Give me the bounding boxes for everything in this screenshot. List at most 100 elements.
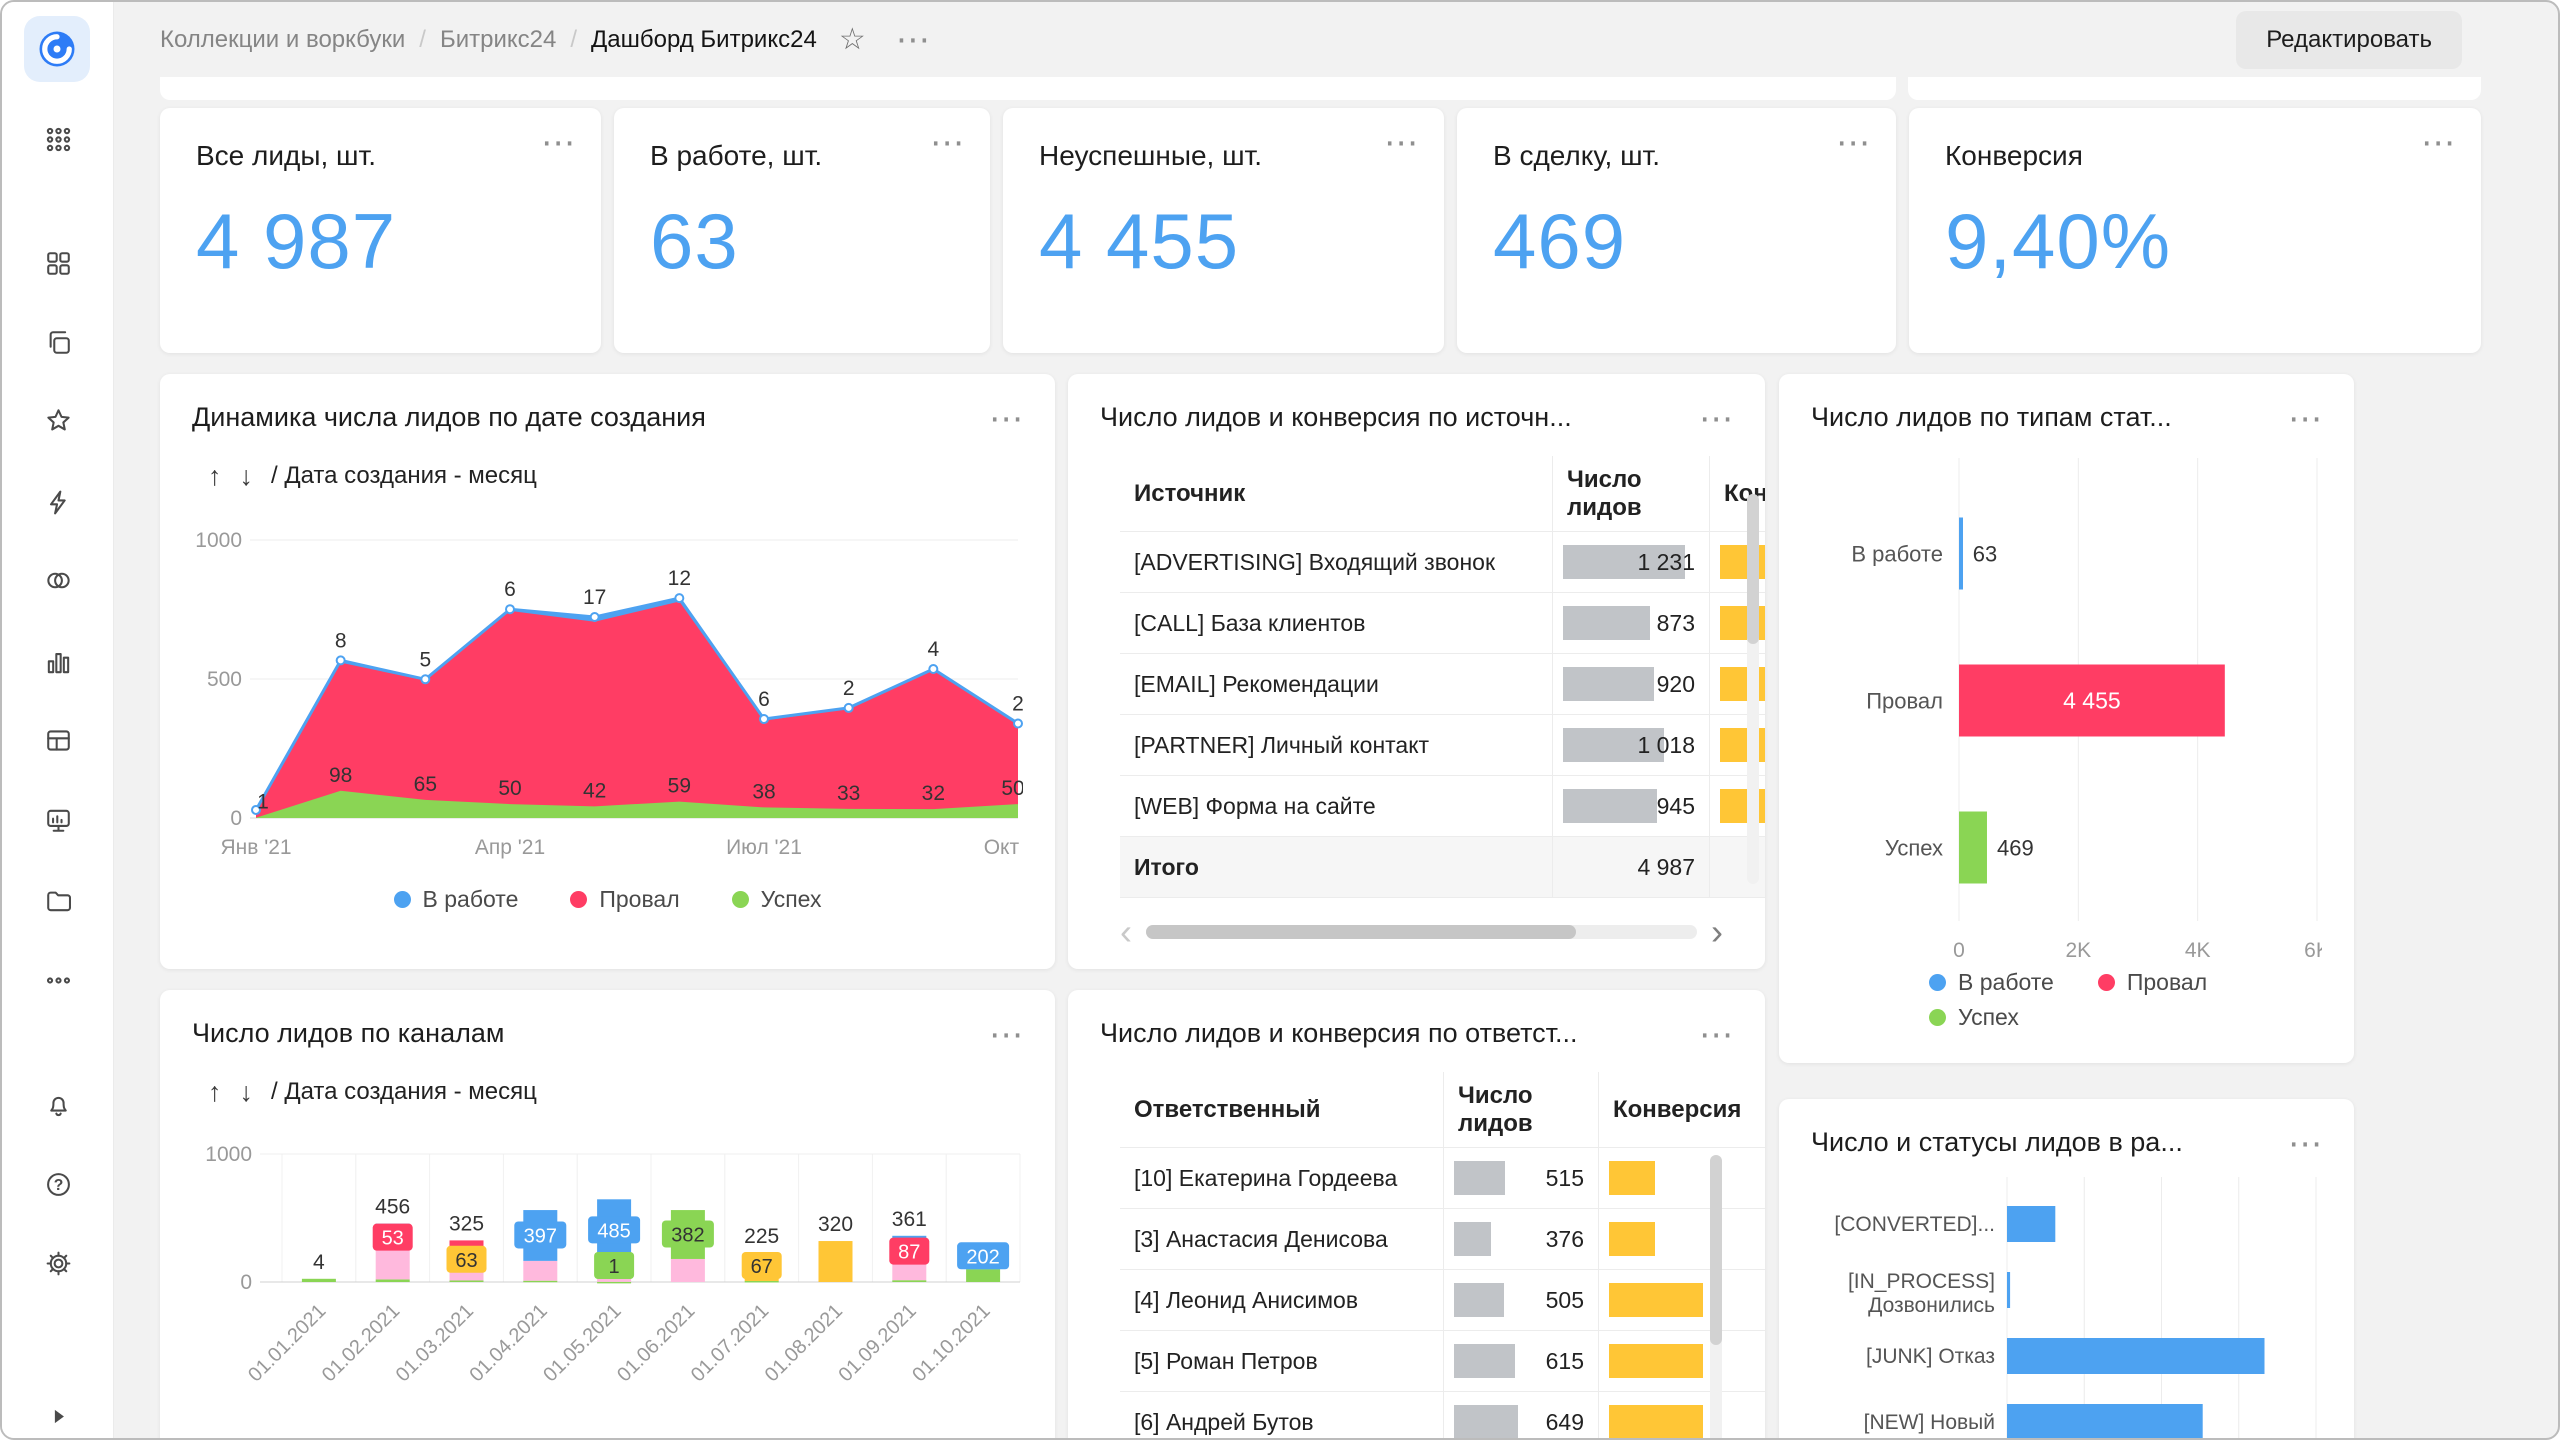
kpi-menu-dots[interactable]: ⋯ — [1384, 126, 1418, 160]
chart-menu-dots[interactable]: ⋯ — [989, 402, 1023, 436]
cell-conversion — [1599, 1392, 1765, 1440]
scrollbar-track[interactable] — [1146, 925, 1697, 939]
svg-text:1000: 1000 — [205, 1143, 252, 1166]
breadcrumb-workbook[interactable]: Битрикс24 — [440, 26, 556, 54]
kpi-menu-dots[interactable]: ⋯ — [930, 126, 964, 160]
favorite-star-icon[interactable]: ☆ — [839, 22, 866, 57]
edit-button[interactable]: Редактировать — [2236, 11, 2462, 69]
legend-item[interactable]: Провал — [570, 886, 679, 913]
table-row: [5] Роман Петров615 — [1120, 1331, 1765, 1392]
legend-dot-icon — [1929, 974, 1946, 991]
chart-card-leads-by-status-type: Число лидов по типам стат... ⋯ 02K4K6KВ … — [1779, 374, 2354, 1063]
legend-item[interactable]: В работе — [1929, 969, 2054, 996]
kpi-menu-dots[interactable]: ⋯ — [1836, 126, 1870, 160]
kpi-row: ⋯Все лиды, шт.4 987⋯В работе, шт.63⋯Неус… — [160, 108, 2482, 353]
svg-text:Провал: Провал — [1866, 689, 1943, 714]
cell-label: [4] Леонид Анисимов — [1120, 1270, 1444, 1330]
area-chart-canvas[interactable]: 05001000856171262421986550425938333250Ян… — [192, 498, 1023, 862]
svg-text:397: 397 — [524, 1225, 557, 1247]
sort-desc-icon[interactable]: ↓ — [240, 461, 254, 492]
scroll-right-icon[interactable]: › — [1711, 914, 1723, 950]
status-bar-canvas[interactable]: 02K4K6KВ работе63Провал4 455Успех469 — [1811, 446, 2322, 961]
tables-icon[interactable] — [36, 718, 80, 762]
column-header-2[interactable]: Число лидов — [1444, 1072, 1599, 1147]
collections-icon[interactable] — [36, 241, 80, 285]
chart-menu-dots[interactable]: ⋯ — [1699, 1018, 1733, 1052]
chart-menu-dots[interactable]: ⋯ — [2288, 1127, 2322, 1161]
scrollbar-thumb[interactable] — [1747, 494, 1759, 644]
svg-text:4: 4 — [927, 638, 939, 661]
cell-conversion — [1599, 1209, 1765, 1269]
legend-item[interactable]: Успех — [732, 886, 822, 913]
kpi-menu-dots[interactable]: ⋯ — [2421, 126, 2455, 160]
scroll-left-icon[interactable]: ‹ — [1120, 914, 1132, 950]
connections-lightning-icon[interactable] — [36, 480, 80, 524]
more-icon[interactable] — [36, 958, 80, 1002]
svg-text:12: 12 — [668, 567, 691, 590]
cell-conversion — [1599, 1270, 1765, 1330]
settings-gear-icon[interactable] — [36, 1241, 80, 1285]
chart-menu-dots[interactable]: ⋯ — [989, 1018, 1023, 1052]
scrollbar-thumb[interactable] — [1146, 925, 1576, 939]
column-header-1[interactable]: Ответственный — [1120, 1072, 1444, 1147]
vertical-scrollbar[interactable] — [1747, 494, 1759, 884]
charts-icon[interactable] — [36, 640, 80, 684]
vertical-scrollbar[interactable] — [1710, 1155, 1722, 1440]
legend-item[interactable]: Успех — [1929, 1004, 2019, 1031]
svg-text:01.08.2021: 01.08.2021 — [761, 1300, 847, 1386]
sort-desc-icon[interactable]: ↓ — [240, 1077, 254, 1108]
column-header-1[interactable]: Источник — [1120, 456, 1553, 531]
svg-text:4K: 4K — [2185, 939, 2211, 961]
svg-text:6: 6 — [504, 578, 516, 601]
leads-bar — [1454, 1222, 1491, 1256]
workbooks-icon[interactable] — [36, 320, 80, 364]
column-header-3[interactable]: Конверсия — [1599, 1072, 1765, 1147]
table-row: [WEB] Форма на сайте945 — [1120, 776, 1765, 837]
sort-asc-icon[interactable]: ↑ — [208, 461, 222, 492]
notifications-bell-icon[interactable] — [36, 1082, 80, 1126]
kpi-title: Все лиды, шт. — [196, 140, 565, 172]
chart-menu-dots[interactable]: ⋯ — [2288, 402, 2322, 436]
work-status-canvas[interactable]: [CONVERTED]...[IN_PROCESS]Дозвонились[JU… — [1811, 1171, 2322, 1440]
kpi-menu-dots[interactable]: ⋯ — [541, 126, 575, 160]
column-header-2[interactable]: Число лидов — [1553, 456, 1710, 531]
channels-chart-canvas[interactable]: 10000401.01.20214565301.02.20213256301.0… — [192, 1114, 1023, 1424]
svg-text:0: 0 — [230, 807, 242, 830]
breadcrumb-collections[interactable]: Коллекции и воркбуки — [160, 26, 405, 54]
help-icon[interactable]: ? — [36, 1162, 80, 1206]
dashboards-icon[interactable] — [36, 798, 80, 842]
svg-text:01.09.2021: 01.09.2021 — [834, 1300, 920, 1386]
legend-label: Провал — [2127, 969, 2207, 996]
leads-value: 873 — [1657, 610, 1695, 637]
datasets-icon[interactable] — [36, 558, 80, 602]
apps-grid-icon[interactable] — [36, 117, 80, 161]
favorites-star-icon[interactable] — [36, 398, 80, 442]
cell-leads: 920 — [1553, 654, 1710, 714]
svg-text:4: 4 — [313, 1251, 325, 1274]
expand-sidebar-icon[interactable] — [36, 1394, 80, 1438]
chart-menu-dots[interactable]: ⋯ — [1699, 402, 1733, 436]
conversion-bar — [1609, 1161, 1655, 1195]
cell-label: [WEB] Форма на сайте — [1120, 776, 1553, 836]
svg-text:4 455: 4 455 — [2063, 688, 2121, 714]
storage-folder-icon[interactable] — [36, 878, 80, 922]
datalens-logo[interactable] — [24, 16, 90, 82]
area-chart-legend: В работе Провал Успех — [192, 886, 1023, 913]
svg-text:В работе: В работе — [1851, 542, 1943, 567]
conversion-bar — [1609, 1283, 1703, 1317]
legend-item[interactable]: В работе — [394, 886, 519, 913]
svg-text:2: 2 — [1012, 692, 1023, 715]
breadcrumb-dashboard: Дашборд Битрикс24 — [591, 26, 817, 54]
header-menu-dots[interactable]: ⋯ — [896, 23, 930, 57]
svg-text:6K: 6K — [2304, 939, 2322, 961]
scrollbar-thumb[interactable] — [1710, 1155, 1722, 1345]
table-row: [6] Андрей Бутов649 — [1120, 1392, 1765, 1440]
cell-leads: 945 — [1553, 776, 1710, 836]
datalens-dashboard-window: ? Коллекции и воркбуки / Битрикс24 / Даш… — [0, 0, 2560, 1440]
svg-text:01.05.2021: 01.05.2021 — [539, 1300, 625, 1386]
conversion-bar — [1609, 1405, 1703, 1439]
leads-value: 505 — [1546, 1287, 1584, 1314]
legend-item[interactable]: Провал — [2098, 969, 2207, 996]
svg-text:325: 325 — [449, 1212, 484, 1235]
sort-asc-icon[interactable]: ↑ — [208, 1077, 222, 1108]
